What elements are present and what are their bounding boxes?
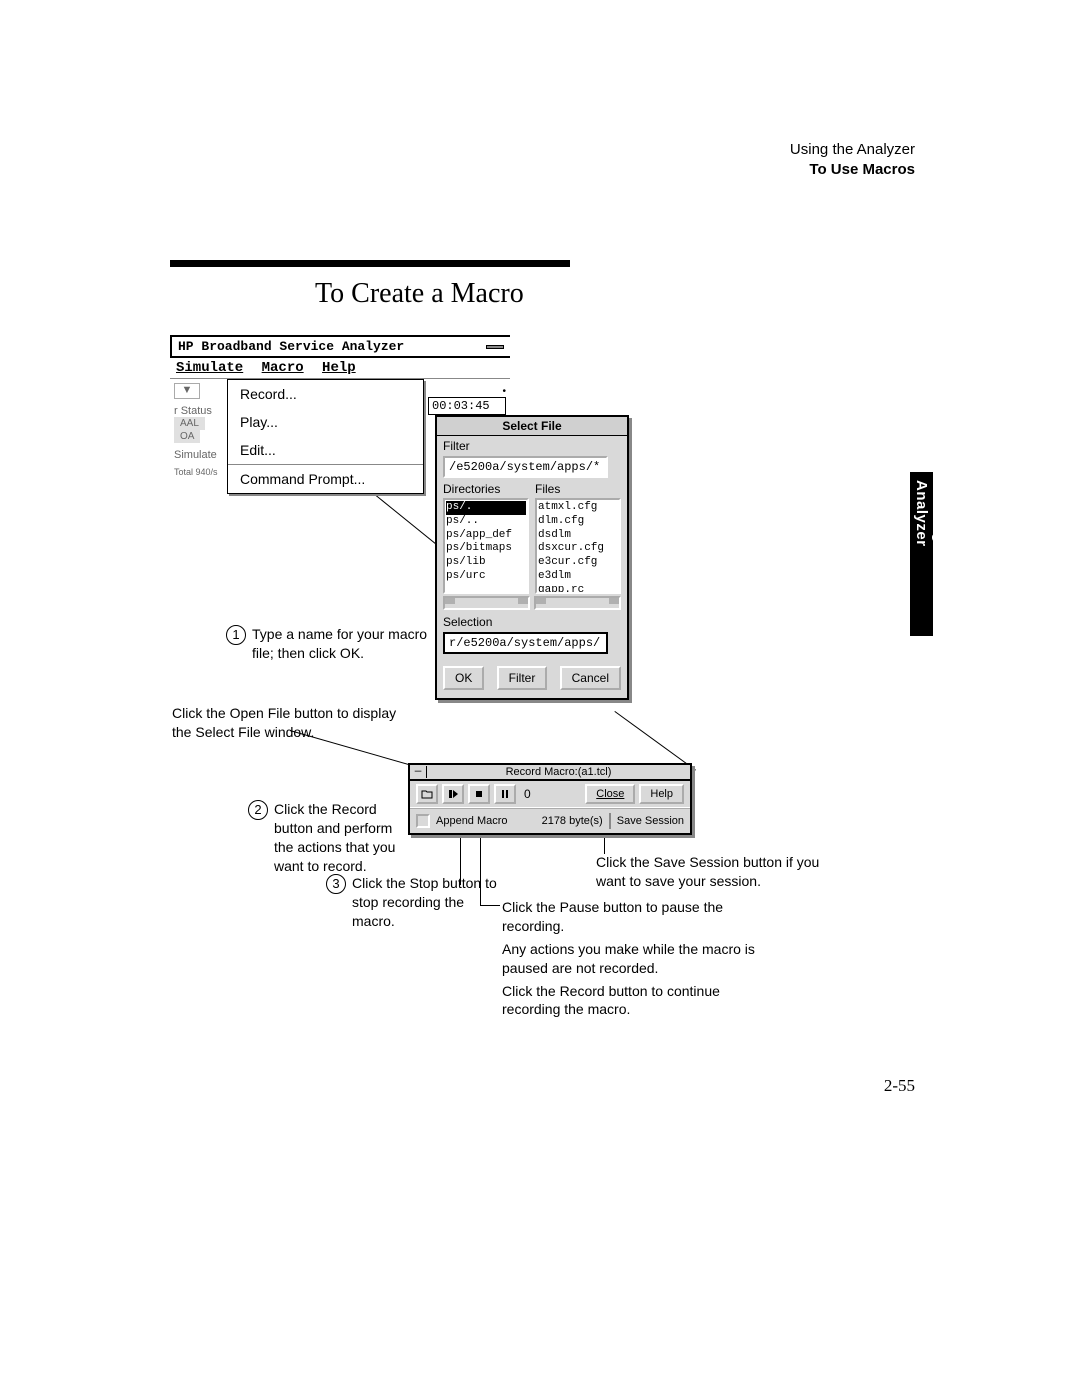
selection-input[interactable]	[443, 632, 608, 654]
dialog-title: Select File	[437, 417, 627, 436]
step-number-icon: 2	[248, 800, 268, 820]
list-item[interactable]: dlm.cfg	[538, 515, 618, 529]
append-macro-checkbox[interactable]	[416, 814, 430, 828]
simulate-label: Simulate	[174, 449, 223, 461]
folder-open-icon	[421, 788, 433, 800]
annotation-3: 3 Click the Stop button to stop recordin…	[326, 874, 506, 931]
annotation-1: 1 Type a name for your macro file; then …	[226, 625, 436, 663]
select-file-dialog: Select File Filter Directories ps/. ps/.…	[435, 415, 629, 700]
list-item[interactable]: ps/.	[446, 501, 526, 515]
filter-label: Filter	[437, 436, 627, 456]
main-left-panel: ▼ r Status AAL OA Simulate Total 940/s	[170, 379, 227, 494]
list-item[interactable]: gapp.rc	[538, 584, 618, 595]
page-number: 2-55	[884, 1076, 915, 1096]
menu-macro[interactable]: Macro	[262, 360, 304, 376]
elapsed-time-field[interactable]	[428, 397, 506, 415]
bytes-label: 2178 byte(s)	[542, 815, 603, 827]
section-title: To Create a Macro	[315, 278, 524, 310]
macro-menu-dropdown: Record... Play... Edit... Command Prompt…	[227, 379, 424, 494]
window-title: HP Broadband Service Analyzer	[178, 339, 404, 354]
menu-item-command-prompt[interactable]: Command Prompt...	[228, 464, 423, 493]
list-item[interactable]: ps/app_def	[446, 529, 526, 543]
page-header: Using the Analyzer To Use Macros	[790, 140, 915, 181]
ok-button[interactable]: OK	[443, 666, 484, 690]
pause-button[interactable]	[494, 784, 516, 804]
list-item[interactable]: dsxcur.cfg	[538, 542, 618, 556]
menu-simulate[interactable]: Simulate	[176, 360, 243, 376]
tab-aal[interactable]: AAL	[174, 417, 205, 430]
annotation-pause: Click the Pause button to pause the reco…	[502, 898, 772, 1019]
list-item[interactable]: ps/..	[446, 515, 526, 529]
chapter-title: Using the Analyzer	[913, 480, 948, 572]
chapter-tab: 2 Using the Analyzer	[910, 472, 933, 636]
selection-label: Selection	[437, 612, 627, 632]
stop-icon	[473, 788, 485, 800]
total-label: Total 940/s	[174, 467, 223, 477]
scrollbar[interactable]	[534, 596, 621, 610]
annotation-text: Type a name for your macro file; then cl…	[252, 625, 436, 663]
annotation-openfile: Click the Open File button to display th…	[172, 704, 402, 742]
close-button[interactable]: Close	[585, 784, 635, 804]
menu-item-edit[interactable]: Edit...	[228, 436, 423, 464]
cancel-button[interactable]: Cancel	[560, 666, 621, 690]
step-number-icon: 3	[326, 874, 346, 894]
filter-input[interactable]	[443, 456, 608, 478]
directories-list[interactable]: ps/. ps/.. ps/app_def ps/bitmaps ps/lib …	[443, 498, 529, 594]
annotation-text: Click the Pause button to pause the reco…	[502, 898, 772, 936]
annotation-text: Click the Stop button to stop recording …	[352, 874, 506, 931]
window-titlebar[interactable]: HP Broadband Service Analyzer	[170, 335, 510, 358]
annotation-savesession: Click the Save Session button if you wan…	[596, 853, 826, 891]
menu-bar: Simulate Macro Help	[170, 358, 510, 379]
annotation-2: 2 Click the Record button and perform th…	[248, 800, 413, 876]
window-minimize-icon[interactable]	[486, 345, 504, 349]
section-rule	[170, 260, 570, 267]
pause-icon	[499, 788, 511, 800]
list-item[interactable]: dsdlm	[538, 529, 618, 543]
append-macro-label: Append Macro	[436, 815, 508, 827]
record-button[interactable]	[442, 784, 464, 804]
chapter-number: 2	[931, 480, 948, 489]
tab-oa[interactable]: OA	[174, 430, 200, 443]
list-item[interactable]: ps/bitmaps	[446, 542, 526, 556]
header-line2: To Use Macros	[790, 160, 915, 180]
list-item[interactable]: ps/urc	[446, 570, 526, 584]
record-icon	[447, 788, 459, 800]
menu-item-record[interactable]: Record...	[228, 380, 423, 408]
record-macro-palette: — Record Macro:(a1.tcl) 0 Close Help App…	[408, 763, 692, 835]
stop-button[interactable]	[468, 784, 490, 804]
annotation-text: Click the Record button to continue reco…	[502, 982, 772, 1020]
scrollbar[interactable]	[443, 596, 530, 610]
directories-label: Directories	[443, 482, 529, 496]
files-label: Files	[535, 482, 621, 496]
palette-title: Record Macro:(a1.tcl)	[427, 765, 690, 779]
list-item[interactable]: ps/lib	[446, 556, 526, 570]
list-item[interactable]: atmxl.cfg	[538, 501, 618, 515]
record-count: 0	[524, 787, 531, 801]
save-session-button[interactable]: Save Session	[617, 815, 684, 827]
callout-line	[614, 711, 695, 771]
annotation-text: Any actions you make while the macro is …	[502, 940, 772, 978]
open-file-button[interactable]	[416, 784, 438, 804]
menu-item-play[interactable]: Play...	[228, 408, 423, 436]
system-menu-icon[interactable]: —	[410, 766, 427, 778]
list-item[interactable]: e3dlm	[538, 570, 618, 584]
separator	[609, 813, 611, 829]
help-button[interactable]: Help	[639, 784, 684, 804]
menu-help[interactable]: Help	[322, 360, 356, 376]
step-number-icon: 1	[226, 625, 246, 645]
header-line1: Using the Analyzer	[790, 140, 915, 160]
status-label: r Status	[174, 405, 223, 417]
annotation-text: Click the Record button and perform the …	[274, 800, 413, 876]
list-item[interactable]: e3cur.cfg	[538, 556, 618, 570]
files-list[interactable]: atmxl.cfg dlm.cfg dsdlm dsxcur.cfg e3cur…	[535, 498, 621, 594]
filter-button[interactable]: Filter	[497, 666, 548, 690]
